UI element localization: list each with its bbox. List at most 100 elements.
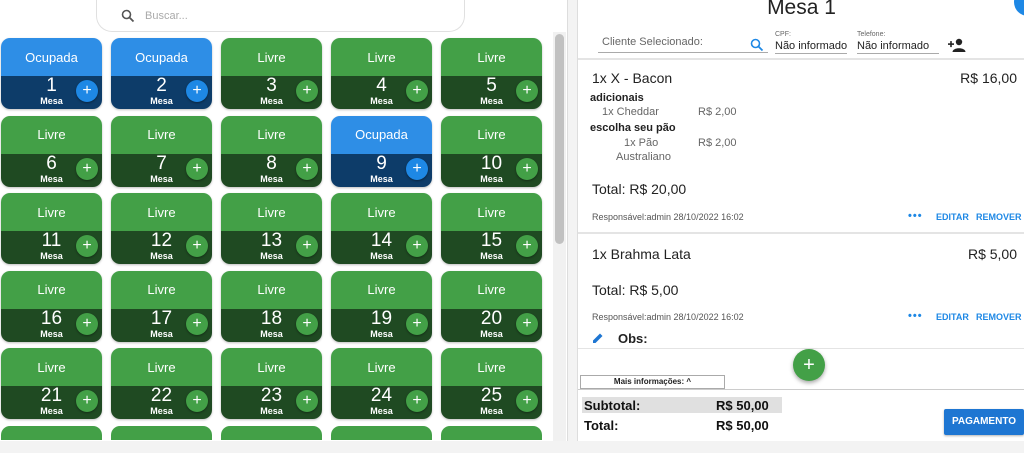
table-footer: 21 Mesa +	[1, 386, 102, 419]
client-select-label[interactable]: Cliente Selecionado:	[602, 36, 703, 48]
add-order-button[interactable]: +	[76, 157, 98, 180]
add-order-button[interactable]: +	[296, 80, 318, 102]
add-order-button[interactable]: +	[296, 312, 318, 335]
table-status: Livre	[221, 348, 322, 386]
table-footer: 6 Mesa +	[1, 153, 102, 187]
add-order-button[interactable]: +	[516, 80, 538, 102]
table-footer: 12 Mesa +	[111, 231, 212, 264]
table-footer: 18 Mesa +	[221, 308, 322, 342]
item-total: Total: R$ 5,00	[592, 282, 679, 298]
table-card[interactable]: Livre 23 Mesa +	[221, 348, 322, 419]
table-card[interactable]: Livre 21 Mesa +	[1, 348, 102, 419]
add-order-button[interactable]: +	[516, 312, 538, 335]
table-card[interactable]: Ocupada 1 Mesa +	[1, 38, 102, 109]
add-order-button[interactable]: +	[186, 80, 208, 102]
add-order-button[interactable]: +	[516, 235, 538, 257]
remove-button[interactable]: REMOVER	[976, 312, 1022, 322]
addon-price: R$ 2,00	[698, 137, 737, 149]
table-status: Livre	[111, 348, 212, 386]
table-card-partial[interactable]	[111, 425, 212, 440]
table-footer: 5 Mesa +	[441, 76, 542, 109]
edit-button[interactable]: EDITAR	[936, 212, 969, 222]
table-card[interactable]: Livre 17 Mesa +	[111, 270, 212, 342]
add-order-button[interactable]: +	[406, 157, 428, 180]
addon-price: R$ 2,00	[698, 106, 737, 118]
add-order-button[interactable]: +	[296, 235, 318, 257]
more-options-icon[interactable]: •••	[908, 210, 923, 222]
obs-label[interactable]: Obs:	[618, 331, 648, 346]
add-order-button[interactable]: +	[76, 235, 98, 257]
table-card-partial[interactable]	[221, 425, 322, 440]
search-bar	[96, 0, 465, 32]
table-card[interactable]: Livre 7 Mesa +	[111, 115, 212, 187]
add-order-button[interactable]: +	[186, 390, 208, 412]
table-status: Ocupada	[1, 38, 102, 76]
table-footer: 4 Mesa +	[331, 76, 432, 109]
add-order-button[interactable]: +	[296, 157, 318, 180]
table-footer: 3 Mesa +	[221, 76, 322, 109]
table-status: Livre	[331, 348, 432, 386]
more-info-toggle[interactable]: Mais informações: ^	[580, 375, 725, 389]
table-card[interactable]: Ocupada 2 Mesa +	[111, 38, 212, 109]
table-card[interactable]: Livre 16 Mesa +	[1, 270, 102, 342]
add-order-button[interactable]: +	[76, 312, 98, 335]
table-footer: 15 Mesa +	[441, 231, 542, 264]
table-card[interactable]: Livre 15 Mesa +	[441, 193, 542, 264]
more-options-icon[interactable]: •••	[908, 310, 923, 322]
table-card[interactable]: Livre 11 Mesa +	[1, 193, 102, 264]
table-card[interactable]: Livre 14 Mesa +	[331, 193, 432, 264]
table-card-partial[interactable]	[1, 425, 102, 440]
totals-divider	[578, 389, 1024, 390]
addon-group-title: adicionais	[590, 92, 644, 104]
add-order-button[interactable]: +	[186, 235, 208, 257]
table-status: Livre	[221, 193, 322, 231]
table-status: Ocupada	[111, 38, 212, 76]
add-order-button[interactable]: +	[186, 312, 208, 335]
table-card[interactable]: Livre 22 Mesa +	[111, 348, 212, 419]
add-order-button[interactable]: +	[296, 390, 318, 412]
payment-button[interactable]: PAGAMENTO	[944, 409, 1024, 435]
table-card[interactable]: Livre 25 Mesa +	[441, 348, 542, 419]
table-card[interactable]: Livre 13 Mesa +	[221, 193, 322, 264]
table-card-partial[interactable]	[331, 425, 432, 440]
table-card[interactable]: Livre 8 Mesa +	[221, 115, 322, 187]
table-card[interactable]: Livre 3 Mesa +	[221, 38, 322, 109]
scrollbar[interactable]	[553, 32, 566, 441]
edit-obs-icon[interactable]	[592, 332, 604, 344]
table-status: Livre	[331, 270, 432, 309]
add-order-button[interactable]: +	[406, 80, 428, 102]
cpf-underline	[775, 53, 847, 54]
edit-button[interactable]: EDITAR	[936, 312, 969, 322]
table-card[interactable]: Livre 19 Mesa +	[331, 270, 432, 342]
add-order-button[interactable]: +	[516, 157, 538, 180]
add-order-button[interactable]: +	[516, 390, 538, 412]
table-card[interactable]: Livre 12 Mesa +	[111, 193, 212, 264]
table-card[interactable]: Ocupada 9 Mesa +	[331, 115, 432, 187]
add-person-icon[interactable]	[948, 38, 966, 52]
table-status: Livre	[1, 270, 102, 309]
add-order-button[interactable]: +	[406, 235, 428, 257]
table-footer: 14 Mesa +	[331, 231, 432, 264]
total-label: Total:	[584, 418, 619, 433]
table-card[interactable]: Livre 4 Mesa +	[331, 38, 432, 109]
add-order-button[interactable]: +	[406, 390, 428, 412]
add-order-button[interactable]: +	[76, 80, 98, 102]
client-search-icon[interactable]	[750, 38, 764, 52]
add-item-button[interactable]: +	[793, 349, 825, 381]
table-footer: 16 Mesa +	[1, 308, 102, 342]
total-value: R$ 50,00	[716, 418, 769, 433]
scrollbar-thumb[interactable]	[555, 34, 564, 244]
add-order-button[interactable]: +	[406, 312, 428, 335]
table-card[interactable]: Livre 10 Mesa +	[441, 115, 542, 187]
table-card[interactable]: Livre 24 Mesa +	[331, 348, 432, 419]
table-card[interactable]: Livre 6 Mesa +	[1, 115, 102, 187]
table-card-partial[interactable]	[441, 425, 542, 440]
add-order-button[interactable]: +	[76, 390, 98, 412]
search-input[interactable]	[143, 6, 443, 26]
table-card[interactable]: Livre 5 Mesa +	[441, 38, 542, 109]
table-card[interactable]: Livre 18 Mesa +	[221, 270, 322, 342]
table-status: Livre	[1, 115, 102, 154]
table-card[interactable]: Livre 20 Mesa +	[441, 270, 542, 342]
add-order-button[interactable]: +	[186, 157, 208, 180]
remove-button[interactable]: REMOVER	[976, 212, 1022, 222]
